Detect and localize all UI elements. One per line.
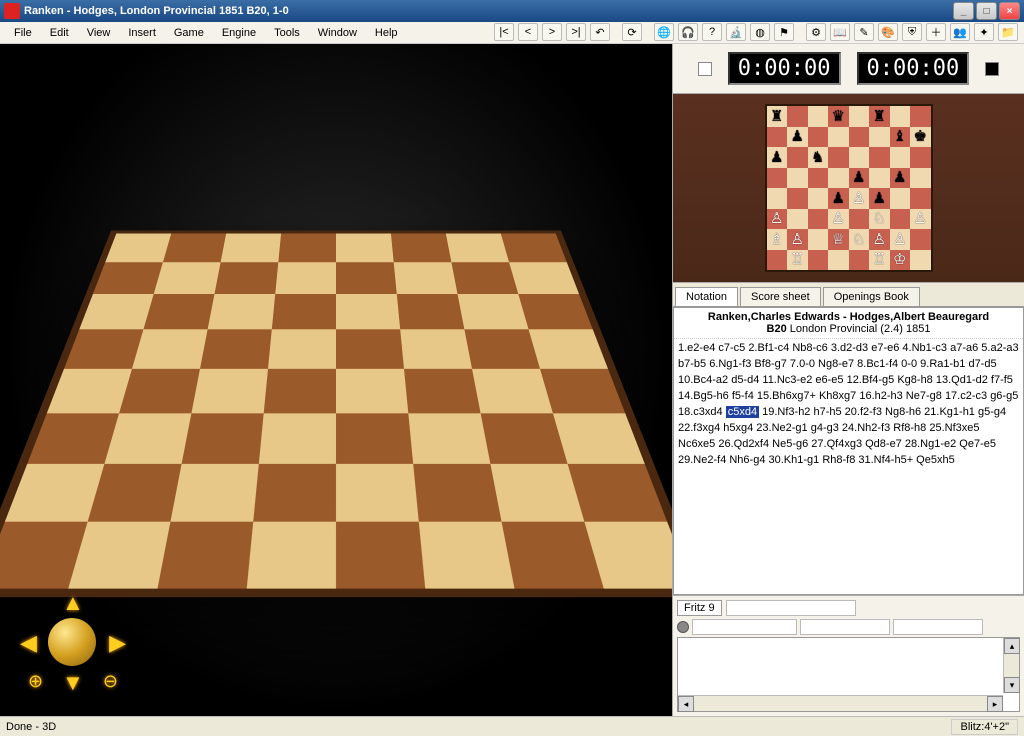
horizontal-scrollbar[interactable]: ◂ ▸ <box>678 695 1003 711</box>
last-move-icon[interactable]: >| <box>566 23 586 41</box>
palette-icon[interactable]: 🎨 <box>878 23 898 41</box>
menu-file[interactable]: File <box>6 25 40 41</box>
headphones-icon[interactable]: 🎧 <box>678 23 698 41</box>
book-icon[interactable]: 📖 <box>830 23 850 41</box>
menubar: File Edit View Insert Game Engine Tools … <box>0 22 1024 44</box>
scroll-right-icon[interactable]: ▸ <box>987 696 1003 712</box>
vertical-scrollbar[interactable]: ▴ ▾ <box>1003 638 1019 693</box>
undo-icon[interactable]: ↶ <box>590 23 610 41</box>
nav-sphere-ball[interactable] <box>48 618 96 666</box>
status-clock-mode: Blitz:4'+2" <box>951 719 1018 735</box>
clock-panel: 0:00:00 0:00:00 <box>673 44 1024 93</box>
engine-led-icon <box>677 621 689 633</box>
nav-sphere[interactable]: ▲ ▼ ◀ ▶ ⊕ ⊖ <box>18 588 128 698</box>
maximize-button[interactable]: □ <box>976 2 997 20</box>
nav-up-arrow[interactable]: ▲ <box>62 590 84 616</box>
menu-insert[interactable]: Insert <box>120 25 164 41</box>
nav-right-arrow[interactable]: ▶ <box>109 630 126 656</box>
black-flag-icon <box>985 62 999 76</box>
globe-icon[interactable]: 🌐 <box>654 23 674 41</box>
window-title: Ranken - Hodges, London Provincial 1851 … <box>24 5 951 17</box>
move-highlight[interactable]: c5xd4 <box>726 406 759 418</box>
hint-icon[interactable]: ? <box>702 23 722 41</box>
black-clock: 0:00:00 <box>857 52 970 85</box>
engine-panel: Fritz 9 ▴ ▾ ◂ ▸ <box>673 595 1024 716</box>
app-icon <box>4 3 20 19</box>
pencil-icon[interactable]: ✎ <box>854 23 874 41</box>
engine-eval-field <box>800 619 890 635</box>
microscope-icon[interactable]: 🔬 <box>726 23 746 41</box>
folder-icon[interactable]: 📁 <box>998 23 1018 41</box>
nav-left-arrow[interactable]: ◀ <box>20 630 37 656</box>
right-panel: 0:00:00 0:00:00 ♜♛♜♟♝♚♟♞♟♟♟♙♟♙♙♘♙♗♙♕♘♙♙♖… <box>672 44 1024 716</box>
users-icon[interactable]: 👥 <box>950 23 970 41</box>
zoom-out-icon[interactable]: ⊖ <box>103 671 118 692</box>
plus-icon[interactable]: ＋ <box>926 23 946 41</box>
status-left: Done - 3D <box>6 721 56 733</box>
toolbar: |< < > >| ↶ ⟳ 🌐 🎧 ? 🔬 ◍ ⚑ ⚙ 📖 ✎ 🎨 ⛨ ＋ 👥 … <box>494 23 1018 41</box>
white-flag-icon <box>698 62 712 76</box>
zoom-in-icon[interactable]: ⊕ <box>28 671 43 692</box>
menu-edit[interactable]: Edit <box>42 25 77 41</box>
first-move-icon[interactable]: |< <box>494 23 514 41</box>
notation-tabs: Notation Score sheet Openings Book <box>673 283 1024 307</box>
notation-panel[interactable]: Ranken,Charles Edwards - Hodges,Albert B… <box>673 307 1024 595</box>
game-players: Ranken,Charles Edwards - Hodges,Albert B… <box>677 311 1020 323</box>
wand-icon[interactable]: ✦ <box>974 23 994 41</box>
tab-scoresheet[interactable]: Score sheet <box>740 287 821 306</box>
white-clock: 0:00:00 <box>728 52 841 85</box>
tab-openings-book[interactable]: Openings Book <box>823 287 920 306</box>
engine-status-field <box>726 600 856 616</box>
nav-down-arrow[interactable]: ▼ <box>62 670 84 696</box>
game-moves[interactable]: 1.e2-e4 c7-c5 2.Bf1-c4 Nb8-c6 3.d2-d3 e7… <box>674 339 1023 471</box>
next-move-icon[interactable]: > <box>542 23 562 41</box>
mini-board[interactable]: ♜♛♜♟♝♚♟♞♟♟♟♙♟♙♙♘♙♗♙♕♘♙♙♖♖♔ <box>765 104 933 272</box>
board-3d-view[interactable]: ▲ ▼ ◀ ▶ ⊕ ⊖ <box>0 44 672 716</box>
menu-help[interactable]: Help <box>367 25 406 41</box>
game-event: B20 London Provincial (2.4) 1851 <box>677 323 1020 335</box>
scroll-left-icon[interactable]: ◂ <box>678 696 694 712</box>
shield-icon[interactable]: ⛨ <box>902 23 922 41</box>
engine-output[interactable]: ▴ ▾ ◂ ▸ <box>677 637 1020 712</box>
menu-tools[interactable]: Tools <box>266 25 308 41</box>
menu-engine[interactable]: Engine <box>214 25 264 41</box>
titlebar: Ranken - Hodges, London Provincial 1851 … <box>0 0 1024 22</box>
menu-window[interactable]: Window <box>310 25 365 41</box>
status-bar: Done - 3D Blitz:4'+2" <box>0 716 1024 736</box>
minimize-button[interactable]: _ <box>953 2 974 20</box>
scroll-down-icon[interactable]: ▾ <box>1004 677 1020 693</box>
engine-name[interactable]: Fritz 9 <box>677 600 722 616</box>
close-button[interactable]: × <box>999 2 1020 20</box>
mini-board-panel: ♜♛♜♟♝♚♟♞♟♟♟♙♟♙♙♘♙♗♙♕♘♙♙♖♖♔ <box>673 93 1024 283</box>
scroll-up-icon[interactable]: ▴ <box>1004 638 1020 654</box>
engine-nodes-field <box>893 619 983 635</box>
earth-icon[interactable]: ◍ <box>750 23 770 41</box>
flag-icon[interactable]: ⚑ <box>774 23 794 41</box>
menu-game[interactable]: Game <box>166 25 212 41</box>
menu-view[interactable]: View <box>79 25 119 41</box>
tab-notation[interactable]: Notation <box>675 287 738 306</box>
prev-move-icon[interactable]: < <box>518 23 538 41</box>
engine-depth-field <box>692 619 797 635</box>
gear-icon[interactable]: ⚙ <box>806 23 826 41</box>
refresh-icon[interactable]: ⟳ <box>622 23 642 41</box>
